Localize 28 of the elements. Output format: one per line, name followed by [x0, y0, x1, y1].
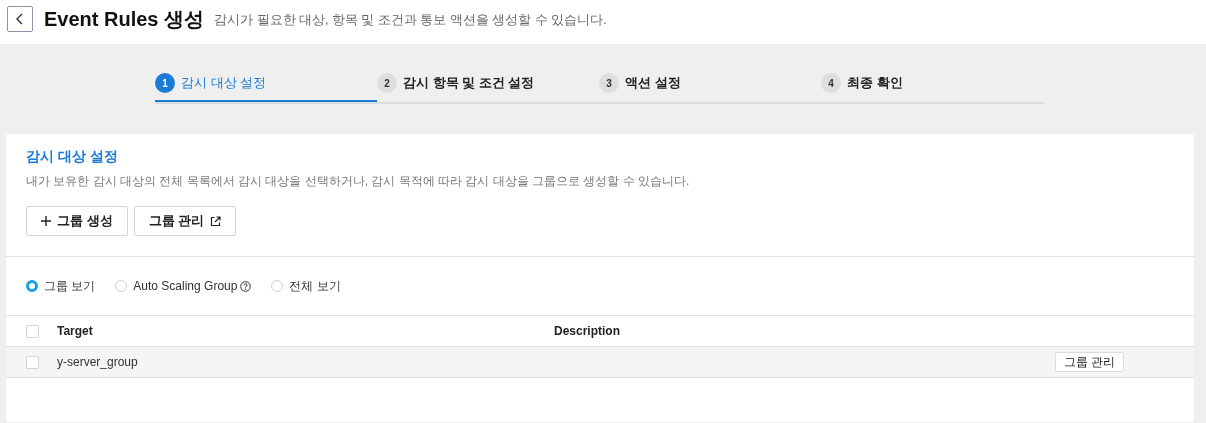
step-number: 1 [155, 73, 175, 93]
section-description: 내가 보유한 감시 대상의 전체 목록에서 감시 대상을 선택하거나, 감시 목적에 따라 감시 대상을 그룹으로 생성할 수 있습니다. [26, 173, 691, 190]
view-radio[interactable]: 전체 보기 [271, 277, 341, 295]
chevron-left-icon [16, 13, 24, 25]
manage-group-button[interactable]: 그룹 관리 [133, 206, 237, 236]
create-group-button[interactable]: 그룹 생성 [26, 206, 128, 236]
step-tab[interactable]: 1 감시 대상 설정 [155, 72, 377, 102]
column-header: Description [554, 324, 621, 338]
help-icon[interactable] [240, 280, 252, 292]
table-cell-text: y-server_group [57, 355, 139, 369]
step-number: 2 [377, 73, 397, 93]
column-header: Target [57, 324, 94, 338]
select-all-checkbox[interactable] [26, 324, 39, 338]
step-number: 3 [599, 73, 619, 93]
plus-icon [41, 216, 51, 226]
back-button[interactable] [7, 6, 33, 32]
page-title: Event Rules 생성 [44, 6, 205, 32]
step-tab[interactable]: 3 액션 설정 [599, 72, 821, 102]
step-number: 4 [821, 73, 841, 93]
page-subtitle: 감시가 필요한 대상, 항목 및 조건과 통보 액션을 생성할 수 있습니다. [214, 11, 607, 29]
step-tab[interactable]: 2 감시 항목 및 조건 설정 [377, 72, 599, 102]
section-title: 감시 대상 설정 [26, 148, 119, 166]
manage-group-button[interactable]: 그룹 관리 [1054, 352, 1124, 372]
external-link-icon [210, 215, 222, 227]
view-radio[interactable]: Auto Scaling Group [115, 279, 252, 293]
step-tab[interactable]: 4 최종 확인 [821, 72, 1043, 102]
row-checkbox[interactable] [26, 355, 39, 369]
view-radio[interactable]: 그룹 보기 [26, 277, 96, 295]
